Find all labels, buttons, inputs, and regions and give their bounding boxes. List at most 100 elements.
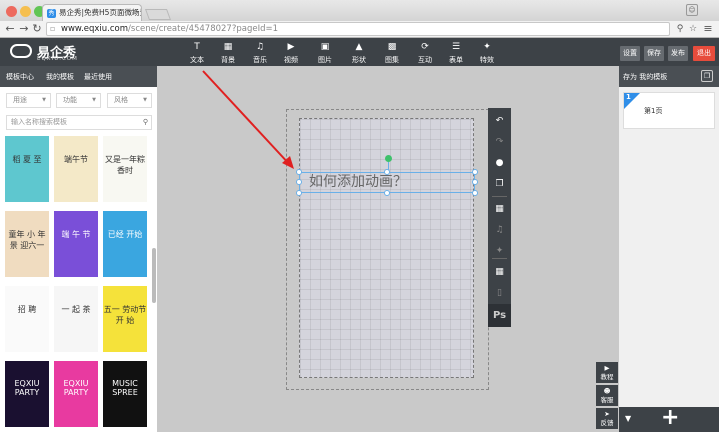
browser-tab[interactable]: 秀易企秀|免费H5页面微场景 ×: [42, 4, 142, 21]
filter-function-select[interactable]: 功能 ▼: [56, 93, 101, 108]
chevron-down-icon: ▼: [42, 97, 46, 103]
filter-style-label: 风格: [114, 96, 128, 104]
tool-shape[interactable]: ▲ 形状: [344, 42, 374, 65]
resize-handle[interactable]: [472, 179, 478, 185]
profile-icon[interactable]: ☺: [686, 4, 698, 16]
tab-recent[interactable]: 最近使用: [84, 72, 112, 82]
close-window-icon[interactable]: [6, 6, 17, 17]
save-as-template-link[interactable]: 存为 我的模板: [623, 73, 667, 81]
background-icon: ▦: [223, 42, 233, 52]
gallery-icon: ▩: [387, 42, 397, 52]
tab-template-center[interactable]: 模板中心: [6, 72, 34, 82]
tab-close-icon[interactable]: ×: [131, 7, 137, 16]
music-icon[interactable]: ♫: [488, 220, 511, 241]
tool-background[interactable]: ▦ 背景: [213, 42, 243, 65]
template-thumbnail-text: 已经 开始: [107, 230, 143, 239]
rotate-handle[interactable]: [385, 155, 392, 162]
tool-label: 图片: [318, 56, 332, 64]
shape-icon: ▲: [355, 42, 363, 52]
template-thumbnail-text: 招 聘: [17, 305, 37, 314]
tool-gallery[interactable]: ▩ 图集: [377, 42, 407, 65]
tool-music[interactable]: ♫ 音乐: [245, 42, 275, 65]
filter-purpose-select[interactable]: 用途 ▼: [6, 93, 51, 108]
tool-effects[interactable]: ✦ 特效: [472, 42, 502, 65]
template-thumbnail[interactable]: 端 午 节: [54, 211, 98, 277]
template-thumbnail[interactable]: 稻 夏 至: [5, 136, 49, 202]
add-page-icon[interactable]: +: [661, 405, 679, 430]
resize-handle[interactable]: [472, 169, 478, 175]
canvas-toolbar: ↶ ↷ ● ❐ ▦ ♫ ✦ ▦ ▯: [488, 108, 511, 327]
chevron-down-icon[interactable]: ▼: [625, 414, 631, 423]
template-thumbnail[interactable]: 一 起 茶: [54, 286, 98, 352]
back-icon[interactable]: ←: [4, 22, 16, 36]
save-button[interactable]: 保存: [644, 46, 664, 61]
resize-handle[interactable]: [384, 169, 390, 175]
template-thumbnail[interactable]: 童年 小 年 景 迎六一: [5, 211, 49, 277]
scrollbar[interactable]: [152, 248, 156, 303]
tool-image[interactable]: ▣ 图片: [310, 42, 340, 65]
template-search-input[interactable]: 输入名称搜索模板 ⚲: [6, 115, 152, 130]
video-icon: ▶: [287, 42, 295, 52]
filter-style-select[interactable]: 风格 ▼: [107, 93, 152, 108]
side-button-label: 客服: [600, 396, 614, 404]
side-button-service[interactable]: ☻ 客服: [596, 385, 618, 406]
page-label: 第1页: [644, 107, 663, 115]
template-thumbnail[interactable]: 招 聘: [5, 286, 49, 352]
preview-icon[interactable]: ●: [488, 153, 511, 174]
template-thumbnail-text: 五一 劳动节 开 始: [103, 305, 147, 325]
template-thumbnail-text: EQXIU PARTY: [63, 379, 89, 397]
template-thumbnail[interactable]: 五一 劳动节 开 始: [103, 286, 147, 352]
template-thumbnail[interactable]: EQXIU PARTY: [54, 361, 98, 427]
url-path: /scene/create/45478027?pageId=1: [128, 24, 279, 34]
bookmark-star-icon[interactable]: ☆: [687, 22, 699, 36]
publish-button[interactable]: 发布: [668, 46, 688, 61]
table-icon[interactable]: ▦: [488, 262, 511, 283]
resize-handle[interactable]: [296, 190, 302, 196]
page-icon: ▫: [50, 24, 56, 33]
template-thumbnail[interactable]: 端午节: [54, 136, 98, 202]
template-thumbnail[interactable]: 已经 开始: [103, 211, 147, 277]
forward-icon[interactable]: →: [18, 22, 30, 36]
resize-handle[interactable]: [384, 190, 390, 196]
page-panel: 存为 我的模板 ❐ 1 第1页 ▼ +: [619, 66, 719, 432]
tool-video[interactable]: ▶ 视频: [276, 42, 306, 65]
reload-icon[interactable]: ↻: [31, 22, 43, 36]
template-thumbnail-text: 童年 小 年 景 迎六一: [8, 230, 46, 250]
grid-icon[interactable]: ▦: [488, 199, 511, 220]
photoshop-import-button[interactable]: Ps: [488, 304, 511, 327]
phone-icon[interactable]: ▯: [488, 283, 511, 304]
template-thumbnail[interactable]: 又是一年粽香时: [103, 136, 147, 202]
minimize-window-icon[interactable]: [20, 6, 31, 17]
new-tab-button[interactable]: [144, 9, 172, 20]
tool-form[interactable]: ☰ 表单: [441, 42, 471, 65]
extension-icon[interactable]: ⚲: [674, 22, 686, 36]
template-thumbnail[interactable]: EQXIU PARTY: [5, 361, 49, 427]
tutorial-icon: ▶: [604, 364, 610, 372]
menu-icon[interactable]: ≡: [702, 22, 714, 36]
divider: [492, 258, 507, 259]
page-thumbnail[interactable]: 1 第1页: [623, 92, 715, 129]
tab-my-templates[interactable]: 我的模板: [46, 72, 74, 82]
template-thumbnail[interactable]: MUSIC SPREE: [103, 361, 147, 427]
interact-icon: ⟳: [421, 42, 429, 52]
template-thumbnail-text: 又是一年粽香时: [105, 155, 145, 175]
exit-button[interactable]: 退出: [693, 46, 715, 61]
search-icon[interactable]: ⚲: [143, 116, 148, 129]
tool-interact[interactable]: ⟳ 互动: [410, 42, 440, 65]
settings-button[interactable]: 设置: [620, 46, 640, 61]
copy-icon[interactable]: ❐: [488, 174, 511, 195]
copy-page-icon[interactable]: ❐: [701, 70, 713, 82]
template-thumbnail-text: 端 午 节: [61, 230, 91, 239]
redo-icon[interactable]: ↷: [488, 132, 511, 153]
resize-handle[interactable]: [472, 190, 478, 196]
template-thumbnail-text: 稻 夏 至: [12, 155, 42, 164]
side-button-feedback[interactable]: ➤ 反馈: [596, 408, 618, 429]
favicon-icon: 秀: [47, 8, 56, 18]
side-button-tutorial[interactable]: ▶ 教程: [596, 362, 618, 383]
undo-icon[interactable]: ↶: [488, 111, 511, 132]
tool-label: 特效: [480, 56, 494, 64]
tool-text[interactable]: T 文本: [182, 42, 212, 65]
annotation-arrow-icon: [202, 70, 294, 169]
resize-handle[interactable]: [296, 179, 302, 185]
url-input[interactable]: ▫ www.eqxiu.com/scene/create/45478027?pa…: [46, 22, 670, 36]
